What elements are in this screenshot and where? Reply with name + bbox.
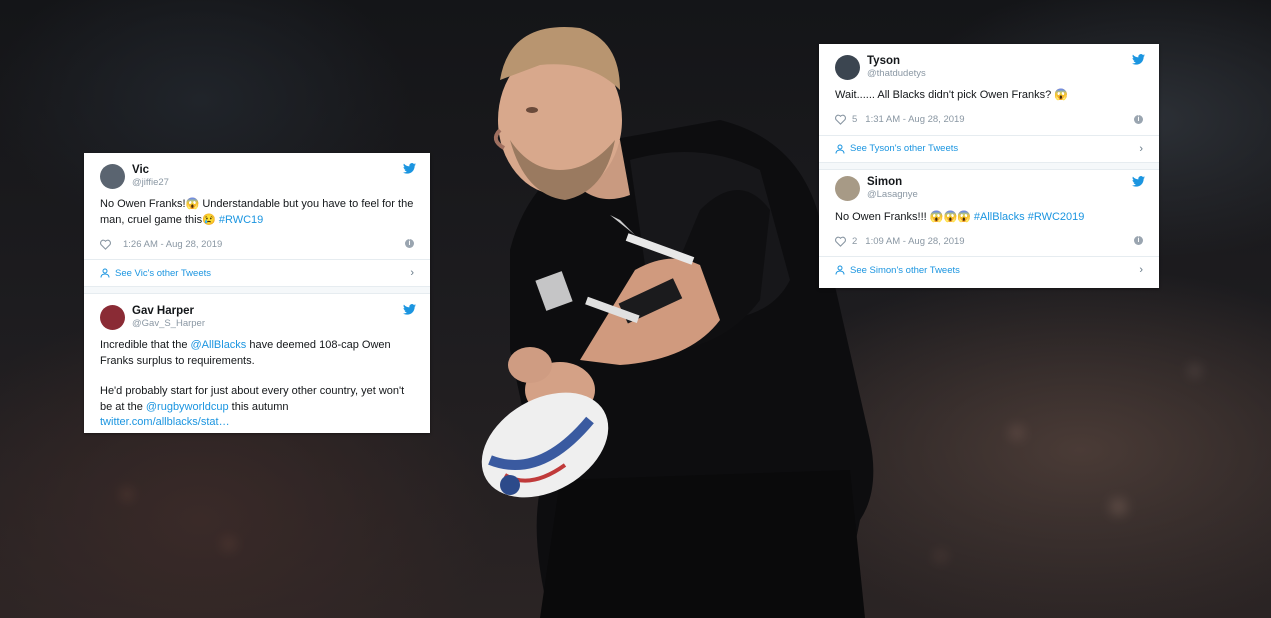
heart-icon[interactable] — [835, 236, 846, 247]
tweet-author-name[interactable]: Simon — [867, 176, 918, 189]
twitter-bird-icon[interactable] — [1132, 54, 1145, 65]
tweet-timestamp[interactable]: 1:09 AM - Aug 28, 2019 — [865, 236, 964, 247]
tweet-gav-harper: Gav Harper @Gav_S_Harper Incredible that… — [84, 294, 430, 431]
tweet-tyson: Tyson @thatdudetys Wait...... All Blacks… — [819, 44, 1159, 162]
chevron-right-icon: › — [1139, 264, 1143, 276]
tweet-author-name[interactable]: Gav Harper — [132, 305, 205, 318]
like-count: 2 — [852, 235, 858, 247]
see-other-tweets-link[interactable]: See Simon's other Tweets › — [835, 257, 1143, 283]
twitter-bird-icon[interactable] — [403, 163, 416, 174]
tweet-text: Incredible that the @AllBlacks have deem… — [100, 338, 414, 431]
twitter-bird-icon[interactable] — [403, 304, 416, 315]
chevron-right-icon: › — [1139, 142, 1143, 155]
tweet-timestamp[interactable]: 1:31 AM - Aug 28, 2019 — [865, 114, 964, 125]
tweet-body: this autumn — [228, 400, 289, 413]
tweet-body: Wait...... All Blacks didn't pick Owen F… — [835, 89, 1069, 101]
avatar[interactable] — [835, 176, 860, 201]
tweet-text: No Owen Franks!😱 Understandable but you … — [100, 197, 414, 228]
chevron-right-icon: › — [410, 267, 414, 279]
avatar[interactable] — [835, 54, 860, 80]
twitter-bird-icon[interactable] — [1132, 175, 1145, 187]
tweet-author-handle[interactable]: @jiffie27 — [132, 177, 169, 189]
person-icon — [100, 268, 110, 278]
tweet-author-name[interactable]: Tyson — [867, 55, 926, 68]
heart-icon[interactable] — [835, 114, 846, 125]
like-count: 5 — [852, 114, 858, 125]
tweet-meta: 1:26 AM - Aug 28, 2019 i — [100, 237, 414, 251]
tweet-url-link[interactable]: twitter.com/allblacks/stat… — [100, 416, 230, 428]
tweet-meta: 2 1:09 AM - Aug 28, 2019 i — [835, 234, 1143, 248]
see-other-tweets-label: See Simon's other Tweets — [850, 264, 960, 276]
tweet-body: Incredible that the — [100, 339, 191, 351]
tweet-card-left: Vic @jiffie27 No Owen Franks!😱 Understan… — [84, 153, 430, 433]
see-other-tweets-link[interactable]: See Vic's other Tweets › — [100, 260, 414, 286]
tweet-author-handle[interactable]: @Gav_S_Harper — [132, 318, 205, 330]
tweet-author-handle[interactable]: @thatdudetys — [867, 68, 926, 80]
avatar[interactable] — [100, 163, 125, 189]
see-other-tweets-label: See Tyson's other Tweets — [850, 143, 959, 154]
heart-icon[interactable] — [100, 239, 111, 250]
person-icon — [835, 144, 845, 154]
person-icon — [835, 265, 845, 275]
hashtag-link[interactable]: #AllBlacks #RWC2019 — [974, 211, 1084, 223]
tweet-meta: 5 1:31 AM - Aug 28, 2019 i — [835, 113, 1143, 127]
info-icon[interactable]: i — [405, 239, 414, 248]
tweet-simon: Simon @Lasagnye No Owen Franks!!! 😱😱😱 #A… — [819, 170, 1159, 284]
mention-link[interactable]: @rugbyworldcup — [146, 401, 229, 413]
tweet-card-right: Tyson @thatdudetys Wait...... All Blacks… — [819, 44, 1159, 288]
hashtag-link[interactable]: #RWC19 — [219, 214, 263, 226]
avatar[interactable] — [100, 304, 125, 330]
tweet-author-handle[interactable]: @Lasagnye — [867, 189, 918, 201]
tweet-text: Wait...... All Blacks didn't pick Owen F… — [835, 88, 1143, 104]
tweet-vic: Vic @jiffie27 No Owen Franks!😱 Understan… — [84, 153, 430, 286]
tweet-body: No Owen Franks!!! 😱😱😱 — [835, 210, 974, 223]
tweet-author-name[interactable]: Vic — [132, 164, 169, 177]
mention-link[interactable]: @AllBlacks — [191, 339, 247, 351]
info-icon[interactable]: i — [1134, 114, 1143, 124]
info-icon[interactable]: i — [1134, 236, 1143, 245]
tweet-timestamp[interactable]: 1:26 AM - Aug 28, 2019 — [123, 239, 222, 250]
see-other-tweets-link[interactable]: See Tyson's other Tweets › — [835, 136, 1143, 162]
tweet-text: No Owen Franks!!! 😱😱😱 #AllBlacks #RWC201… — [835, 210, 1143, 226]
see-other-tweets-label: See Vic's other Tweets — [115, 267, 211, 279]
